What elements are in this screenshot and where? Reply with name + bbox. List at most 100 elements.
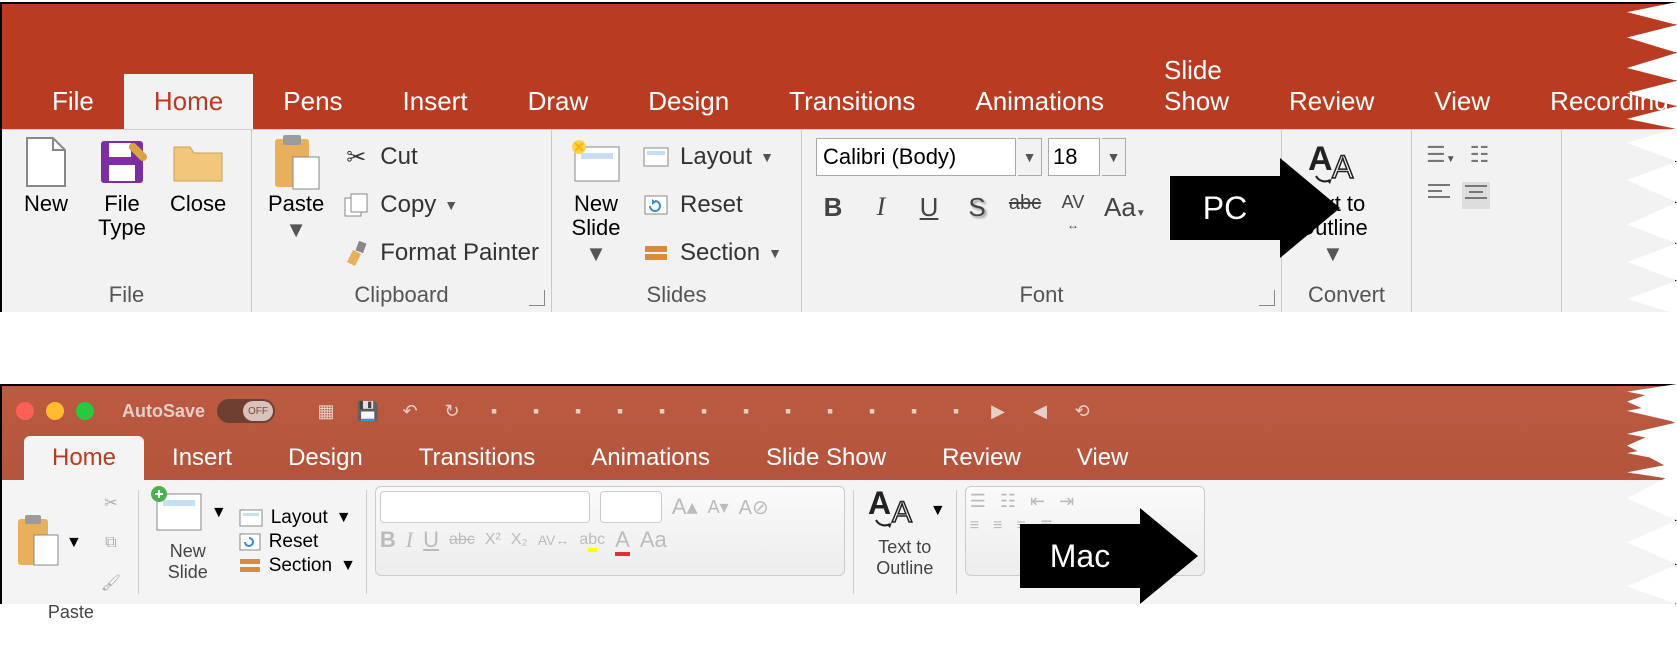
chevron-down-icon[interactable]: ▼	[211, 504, 227, 522]
traffic-close[interactable]	[16, 402, 34, 420]
font-name-input[interactable]	[816, 138, 1016, 176]
font-name-dropdown[interactable]: ▼	[1018, 138, 1042, 176]
shadow-button[interactable]: S	[960, 192, 994, 226]
font-size-dropdown[interactable]: ▼	[1102, 138, 1126, 176]
tab-slideshow[interactable]: Slide Show	[1134, 43, 1259, 129]
qat-icon[interactable]: ▪	[479, 396, 509, 426]
mac-paste-button[interactable]	[14, 513, 60, 574]
qat-icon[interactable]: ▪	[773, 396, 803, 426]
copy-button[interactable]: Copy▼	[340, 184, 539, 226]
mac-strike[interactable]: abc	[449, 531, 475, 549]
italic-button[interactable]: I	[864, 192, 898, 226]
mac-align-j[interactable]: ≣	[1040, 516, 1053, 536]
mac-tab-review[interactable]: Review	[914, 436, 1049, 480]
mac-section-button[interactable]: Section▼	[239, 555, 356, 577]
char-spacing-button[interactable]: AV↔	[1056, 192, 1090, 226]
section-button[interactable]: Section▼	[640, 232, 782, 274]
traffic-minimize[interactable]	[46, 402, 64, 420]
tab-design[interactable]: Design	[618, 74, 759, 129]
reset-button[interactable]: Reset	[640, 184, 782, 226]
cut-button[interactable]: ✂Cut	[340, 136, 539, 178]
qat-icon[interactable]: ▪	[647, 396, 677, 426]
mac-font-size[interactable]	[600, 491, 662, 523]
qat-home-icon[interactable]: ▦	[311, 396, 341, 426]
mac-case[interactable]: Aa	[640, 527, 667, 553]
mac-align-l[interactable]: ≡	[970, 517, 979, 535]
format-painter-button[interactable]: Format Painter	[340, 232, 539, 274]
mac-tab-slideshow[interactable]: Slide Show	[738, 436, 914, 480]
mac-copy-icon[interactable]: ⧉	[94, 526, 128, 560]
traffic-zoom[interactable]	[76, 402, 94, 420]
mac-font-name[interactable]	[380, 491, 590, 523]
tab-file[interactable]: File	[22, 74, 124, 129]
mac-tab-insert[interactable]: Insert	[144, 436, 260, 480]
mac-tab-home[interactable]: Home	[24, 436, 144, 480]
align-center-button[interactable]	[1462, 182, 1490, 209]
tab-insert[interactable]: Insert	[373, 74, 498, 129]
mac-bullets[interactable]: ☰	[970, 491, 986, 512]
mac-tab-view[interactable]: View	[1049, 436, 1157, 480]
dialog-launcher-font[interactable]	[1259, 290, 1275, 306]
change-case-button[interactable]: Aa▼	[1104, 192, 1138, 226]
qat-icon[interactable]: ▪	[815, 396, 845, 426]
mac-bold[interactable]: B	[380, 527, 396, 553]
paste-button[interactable]: Paste ▼	[258, 134, 334, 242]
tab-home[interactable]: Home	[124, 74, 253, 129]
bold-button[interactable]: B	[816, 192, 850, 226]
mac-subscript[interactable]: X₂	[511, 531, 528, 549]
autosave-toggle[interactable]: OFF	[217, 399, 275, 423]
chevron-down-icon[interactable]: ▼	[930, 502, 946, 520]
mac-cut-icon[interactable]: ✂	[94, 486, 128, 520]
qat-icon[interactable]: ▪	[899, 396, 929, 426]
mac-spacing[interactable]: AV↔	[538, 532, 570, 548]
underline-button[interactable]: U	[912, 192, 946, 226]
qat-icon[interactable]: ▪	[605, 396, 635, 426]
qat-icon[interactable]: ▪	[521, 396, 551, 426]
qat-save-icon[interactable]: 💾	[353, 396, 383, 426]
qat-icon[interactable]: ▪	[689, 396, 719, 426]
mac-shrink-font-icon[interactable]: A▾	[708, 497, 729, 518]
close-file-button[interactable]: Close	[160, 134, 236, 216]
qat-icon[interactable]: ▶	[983, 396, 1013, 426]
layout-button[interactable]: Layout▼	[640, 136, 782, 178]
mac-text-to-outline-button[interactable]: AA	[864, 486, 924, 535]
mac-italic[interactable]: I	[406, 527, 413, 553]
align-left-button[interactable]	[1426, 182, 1452, 209]
strikethrough-button[interactable]: abc	[1008, 192, 1042, 226]
mac-indent-dec[interactable]: ⇤	[1030, 491, 1045, 512]
qat-undo-icon[interactable]: ↶	[395, 396, 425, 426]
qat-icon[interactable]: ▪	[731, 396, 761, 426]
qat-icon[interactable]: ▪	[941, 396, 971, 426]
mac-new-slide-button[interactable]	[149, 486, 205, 539]
mac-align-r[interactable]: ≡	[1016, 517, 1025, 535]
qat-icon[interactable]: ◀	[1025, 396, 1055, 426]
numbering-button[interactable]: ☷	[1470, 142, 1490, 168]
tab-draw[interactable]: Draw	[498, 74, 619, 129]
mac-clear-format-icon[interactable]: A⊘	[739, 495, 769, 520]
mac-underline[interactable]: U	[423, 527, 439, 553]
mac-grow-font-icon[interactable]: A▴	[672, 494, 698, 520]
qat-redo-icon[interactable]: ↻	[437, 396, 467, 426]
mac-layout-button[interactable]: Layout▼	[239, 507, 352, 529]
mac-align-c[interactable]: ≡	[993, 517, 1002, 535]
new-file-button[interactable]: New	[8, 134, 84, 216]
bullets-button[interactable]: ☰▼	[1426, 142, 1456, 168]
mac-tab-design[interactable]: Design	[260, 436, 391, 480]
tab-view[interactable]: View	[1404, 74, 1520, 129]
text-to-outline-button[interactable]: AA Text to Outline ▼	[1288, 134, 1378, 267]
mac-format-painter-icon[interactable]: 🖌	[94, 566, 128, 600]
dialog-launcher-clipboard[interactable]	[529, 290, 545, 306]
tab-transitions[interactable]: Transitions	[759, 74, 945, 129]
chevron-down-icon[interactable]: ▼	[66, 534, 82, 552]
mac-tab-transitions[interactable]: Transitions	[391, 436, 563, 480]
font-size-input[interactable]	[1048, 138, 1100, 176]
qat-icon[interactable]: ▪	[563, 396, 593, 426]
mac-indent-inc[interactable]: ⇥	[1059, 491, 1074, 512]
file-type-button[interactable]: File Type	[84, 134, 160, 240]
mac-highlight[interactable]: abc	[579, 531, 605, 549]
mac-font-color[interactable]: A	[615, 527, 630, 553]
mac-reset-button[interactable]: Reset	[239, 531, 319, 553]
new-slide-button[interactable]: New Slide ▼	[558, 134, 634, 267]
mac-tab-animations[interactable]: Animations	[563, 436, 738, 480]
mac-superscript[interactable]: X²	[485, 531, 501, 549]
